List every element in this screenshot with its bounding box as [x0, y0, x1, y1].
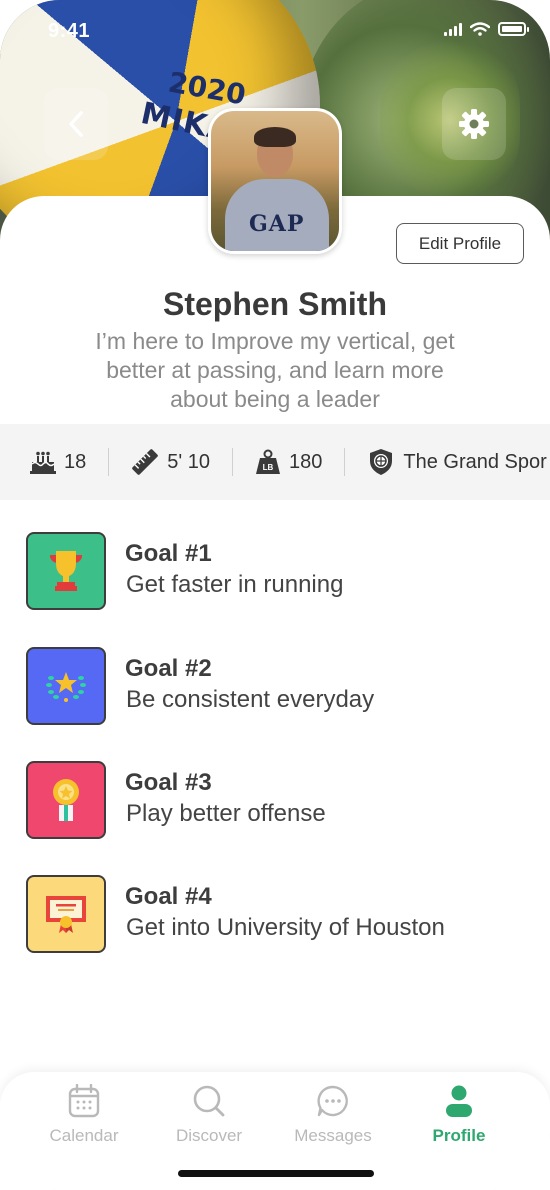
tab-discover[interactable]: Discover [154, 1080, 264, 1146]
tab-messages[interactable]: Messages [278, 1080, 388, 1146]
chat-bubble-icon [317, 1085, 348, 1117]
tab-discover-label: Discover [175, 1126, 243, 1145]
avatar-photo: GAP [211, 111, 339, 251]
goal-description: Get faster in running [126, 571, 344, 598]
goal-description: Be consistent everyday [126, 686, 375, 713]
school-crest-icon [370, 449, 393, 475]
stat-weight-value: 180 [289, 450, 323, 473]
certificate-icon [46, 896, 86, 933]
chevron-left-icon [69, 111, 83, 137]
goal-description: Play better offense [126, 800, 326, 827]
avatar-shirt-text: GAP [249, 211, 305, 237]
stat-height-value: 5' 10 [167, 450, 210, 473]
medal-icon [53, 779, 79, 821]
goal-title: Goal #4 [125, 883, 212, 910]
stat-weight: LB 180 [232, 448, 344, 476]
stat-team: The Grand Spor [344, 448, 550, 476]
stat-age: 18 [0, 448, 108, 476]
cellular-signal-icon [444, 22, 462, 36]
goal-tile [26, 647, 106, 725]
goal-item-2[interactable]: Goal #2 Be consistent everyday [26, 647, 526, 727]
avatar[interactable]: GAP [208, 108, 342, 254]
ruler-icon [132, 449, 159, 475]
person-icon [446, 1085, 472, 1117]
calendar-icon [68, 1084, 100, 1118]
status-icons [444, 22, 529, 36]
stat-team-value: The Grand Spor [403, 450, 547, 473]
tab-calendar-label: Calendar [49, 1126, 119, 1145]
avatar-hair [254, 127, 296, 147]
goal-item-1[interactable]: Goal #1 Get faster in running [26, 532, 526, 612]
goal-title: Goal #3 [125, 769, 212, 796]
goal-description: Get into University of Houston [126, 914, 445, 941]
goal-item-3[interactable]: Goal #3 Play better offense [26, 761, 526, 841]
search-icon [193, 1085, 225, 1117]
status-time: 9:41 [48, 20, 91, 42]
tab-calendar[interactable]: Calendar [29, 1080, 139, 1146]
profile-name: Stephen Smith [162, 286, 387, 322]
stats-strip: 18 5' 10 LB 180 The Grand Spor [0, 424, 550, 500]
edit-profile-button[interactable]: Edit Profile [396, 223, 524, 264]
goal-item-4[interactable]: Goal #4 Get into University of Houston [26, 875, 526, 955]
status-bar: 9:41 [0, 0, 550, 60]
star-wreath-icon [46, 672, 86, 702]
battery-icon [498, 22, 529, 36]
goal-tile [26, 875, 106, 953]
wifi-icon [470, 22, 490, 36]
trophy-icon [50, 551, 82, 591]
goal-tile [26, 761, 106, 839]
goal-title: Goal #1 [125, 540, 212, 567]
back-button[interactable] [44, 88, 108, 160]
svg-text:LB: LB [263, 463, 274, 472]
stat-height: 5' 10 [108, 448, 232, 476]
profile-bio: I’m here to Improve my vertical, get bet… [95, 328, 455, 412]
tab-messages-label: Messages [294, 1126, 372, 1145]
gear-icon [459, 109, 489, 139]
stat-age-value: 18 [64, 450, 87, 473]
weight-lb-icon: LB [256, 449, 280, 474]
birthday-cake-icon [30, 451, 56, 474]
settings-button[interactable] [442, 88, 506, 160]
phone-screen: 2020 MIKASA 9:41 [0, 0, 550, 1190]
goal-title: Goal #2 [125, 655, 212, 682]
goal-tile [26, 532, 106, 610]
tab-profile-label: Profile [432, 1126, 486, 1145]
tab-profile[interactable]: Profile [404, 1080, 514, 1146]
home-indicator[interactable] [178, 1170, 374, 1177]
